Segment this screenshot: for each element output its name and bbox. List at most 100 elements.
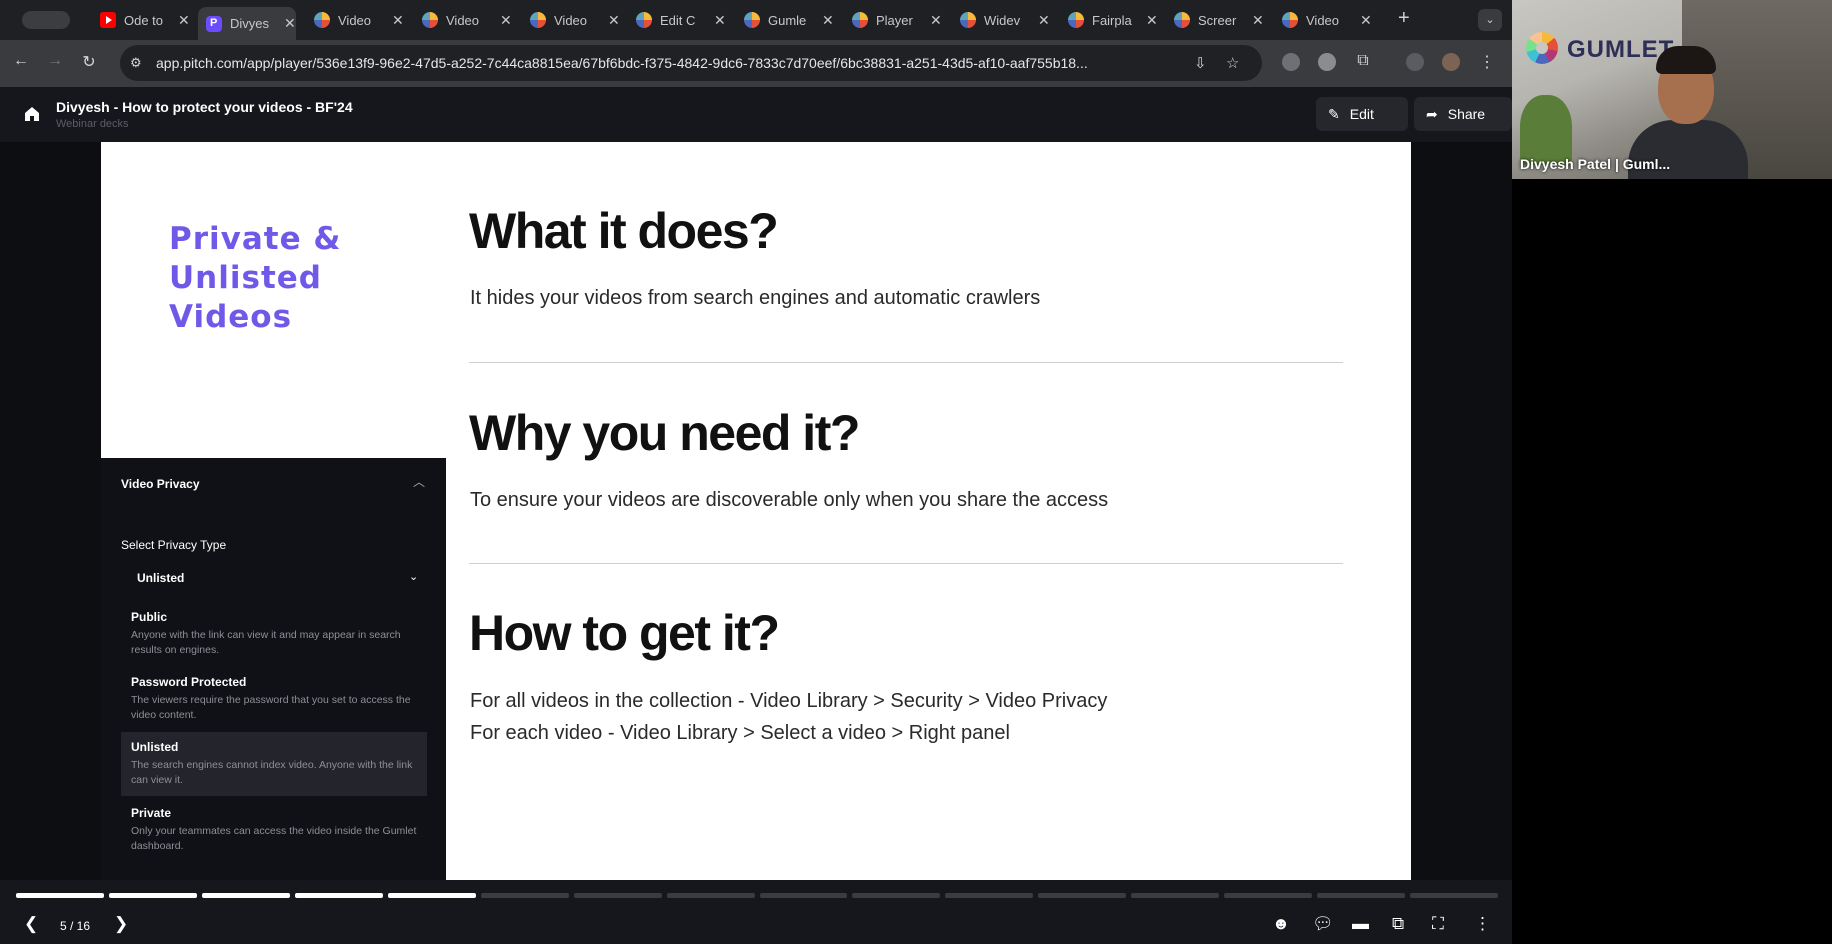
slide-progress-segment[interactable] (1038, 893, 1127, 898)
option-name: Private (131, 806, 172, 820)
privacy-option: Password Protected The viewers require t… (121, 667, 427, 731)
chevron-down-icon: ⌄ (409, 571, 419, 583)
close-tab-icon[interactable]: ✕ (1252, 12, 1264, 29)
profile-avatar[interactable] (1442, 53, 1460, 71)
browser-toolbar: ← → ↻ ⚙ app.pitch.com/app/player/536e13f… (0, 40, 1512, 87)
slide-progress-segment[interactable] (852, 893, 941, 898)
grammarly-extension-icon[interactable] (1282, 53, 1300, 71)
browser-tab[interactable]: Video ✕ (1282, 7, 1372, 33)
close-tab-icon[interactable]: ✕ (284, 15, 296, 32)
tab-title: Video (554, 12, 588, 28)
browser-tab[interactable]: Screer ✕ (1174, 7, 1264, 33)
tab-search-icon[interactable]: ⌄ (1478, 9, 1502, 31)
slide-progress-segment[interactable] (1224, 893, 1313, 898)
slide: Private & Unlisted Videos What it does? … (101, 142, 1411, 880)
slide-progress-segment[interactable] (1131, 893, 1220, 898)
edit-label: Edit (1349, 106, 1374, 122)
reaction-emoji-icon[interactable]: ☻ (1272, 914, 1290, 934)
close-tab-icon[interactable]: ✕ (500, 12, 512, 29)
option-desc: Anyone with the link can view it and may… (131, 629, 401, 656)
share-button[interactable]: ➦ Share (1414, 97, 1512, 131)
slide-progress-segment[interactable] (945, 893, 1034, 898)
pencil-icon: ✎ (1328, 105, 1340, 122)
fullscreen-icon[interactable]: ⛶ (1432, 914, 1444, 934)
slide-progress-segment[interactable] (387, 893, 476, 898)
section-divider (469, 563, 1343, 564)
slide-stage: Private & Unlisted Videos What it does? … (0, 142, 1512, 880)
reload-icon[interactable]: ↻ (78, 52, 100, 72)
youtube-icon (100, 12, 116, 28)
previous-slide-icon[interactable]: ❮ (24, 914, 38, 934)
option-desc: Only your teammates can access the video… (131, 825, 417, 852)
player-controls: ❮ 5 / 16 ❯ ☻ 💬︎ ▬ ⧉ ⛶ ⋮ (0, 880, 1512, 944)
browser-tab[interactable]: Ode to ✕ (100, 7, 190, 33)
close-tab-icon[interactable]: ✕ (608, 12, 620, 29)
browser-menu-icon[interactable]: ⋮ (1476, 52, 1498, 72)
browser-tab-strip: Ode to✕Divyes✕Video✕Video✕Video✕Edit C✕G… (0, 0, 1512, 40)
close-tab-icon[interactable]: ✕ (178, 12, 190, 29)
edit-button[interactable]: ✎ Edit (1316, 97, 1408, 131)
privacy-option-selected: Unlisted The search engines cannot index… (121, 732, 427, 796)
slide-progress-segment[interactable] (108, 893, 197, 898)
section-text: To ensure your videos are discoverable o… (470, 489, 1109, 511)
next-slide-icon[interactable]: ❯ (114, 914, 128, 934)
slide-progress-segment[interactable] (666, 893, 755, 898)
presenter-view-icon[interactable]: ▬ (1352, 914, 1369, 934)
extensions-puzzle-icon[interactable]: ⧉ (1352, 52, 1374, 70)
extension-icon-2[interactable] (1406, 53, 1424, 71)
slide-progress-segment[interactable] (573, 893, 662, 898)
section-text: It hides your videos from search engines… (470, 287, 1041, 309)
browser-tab[interactable]: Video ✕ (314, 7, 404, 33)
install-app-icon[interactable]: ⇩ (1194, 54, 1207, 72)
close-tab-icon[interactable]: ✕ (1360, 12, 1372, 29)
back-icon[interactable]: ← (10, 52, 32, 70)
gumlet-icon (852, 12, 868, 28)
slide-progress-segment[interactable] (759, 893, 848, 898)
browser-tab[interactable]: Player ✕ (852, 7, 942, 33)
url-text[interactable]: app.pitch.com/app/player/536e13f9-96e2-4… (156, 55, 1088, 71)
site-settings-icon[interactable]: ⚙ (130, 55, 146, 71)
close-tab-icon[interactable]: ✕ (714, 12, 726, 29)
picture-in-picture-icon[interactable]: ⧉ (1392, 914, 1404, 934)
browser-tab[interactable]: Video ✕ (422, 7, 512, 33)
close-tab-icon[interactable]: ✕ (930, 12, 942, 29)
presentation-header: Divyesh - How to protect your videos - B… (0, 87, 1512, 142)
tab-title: Widev (984, 12, 1021, 28)
home-icon[interactable] (22, 104, 42, 124)
option-desc: The search engines cannot index video. A… (131, 759, 413, 786)
close-tab-icon[interactable]: ✕ (1038, 12, 1050, 29)
browser-tab[interactable]: Video ✕ (530, 7, 620, 33)
page-indicator: 5 / 16 (60, 919, 91, 933)
forward-icon[interactable]: → (44, 52, 66, 70)
tab-title: Ode to (124, 12, 164, 28)
browser-tab[interactable]: Fairpla ✕ (1068, 7, 1158, 33)
extension-icon[interactable] (1318, 53, 1336, 71)
close-tab-icon[interactable]: ✕ (1146, 12, 1158, 29)
section-text: For all videos in the collection - Video… (470, 690, 1108, 712)
slide-progress-segment[interactable] (201, 893, 290, 898)
share-arrow-icon: ➦ (1426, 105, 1438, 122)
close-tab-icon[interactable]: ✕ (392, 12, 404, 29)
more-options-icon[interactable]: ⋮ (1474, 914, 1491, 934)
browser-tab[interactable]: Widev ✕ (960, 7, 1050, 33)
tab-title: Edit C (660, 12, 696, 28)
address-bar[interactable]: ⚙ app.pitch.com/app/player/536e13f9-96e2… (120, 45, 1262, 81)
slide-progress-segment[interactable] (1410, 893, 1498, 898)
slide-progress-segment[interactable] (294, 893, 383, 898)
browser-tab[interactable]: Edit C ✕ (636, 7, 726, 33)
comment-icon[interactable]: 💬︎ (1312, 914, 1334, 934)
slide-progress-segment[interactable] (1317, 893, 1406, 898)
deck-folder[interactable]: Webinar decks (56, 118, 129, 130)
option-name: Password Protected (131, 675, 247, 689)
slide-progress-segment[interactable] (480, 893, 569, 898)
close-tab-icon[interactable]: ✕ (822, 12, 834, 29)
bookmark-star-icon[interactable]: ☆ (1226, 54, 1239, 72)
tab-title: Video (338, 12, 372, 28)
participant-name: Divyesh Patel | Guml... (1520, 156, 1671, 172)
section-heading: Why you need it? (469, 405, 860, 461)
browser-tab[interactable]: Divyes ✕ (198, 7, 296, 40)
slide-progress-segment[interactable] (16, 893, 104, 898)
tab-group-pill[interactable] (22, 11, 70, 29)
new-tab-icon[interactable]: + (1398, 7, 1410, 30)
browser-tab[interactable]: Gumle ✕ (744, 7, 834, 33)
